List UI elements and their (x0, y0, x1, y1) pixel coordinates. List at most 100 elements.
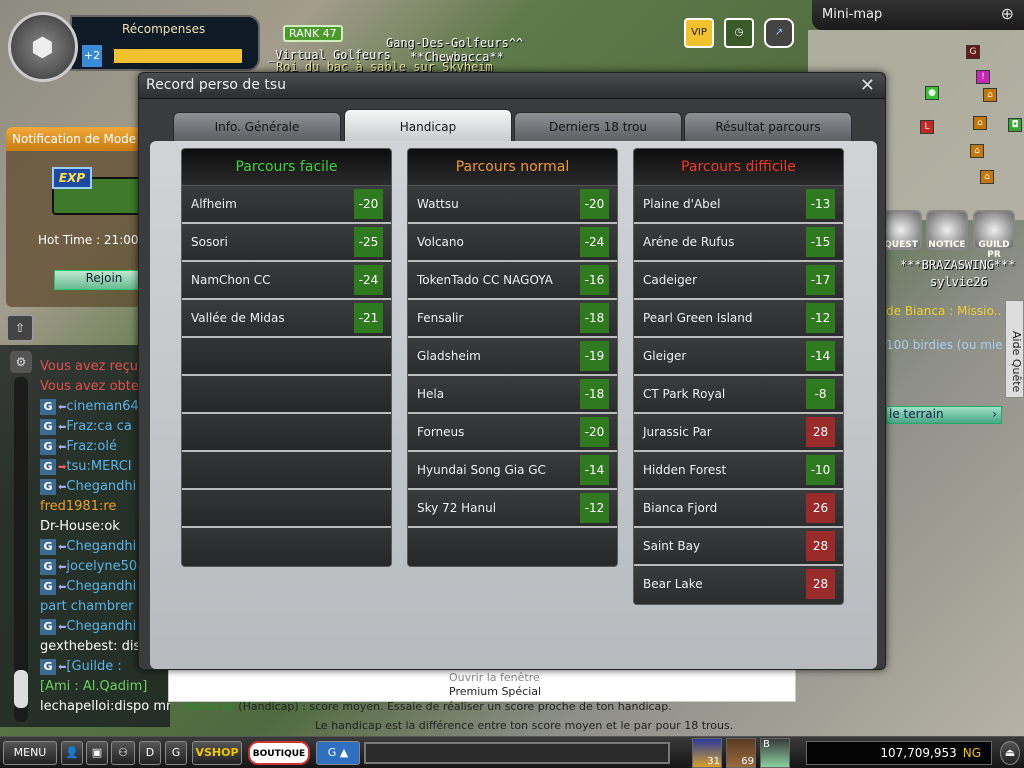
item-slot-drink[interactable]: 69 (726, 738, 756, 768)
chat-line: lechapelloi:dispo mm (40, 697, 170, 717)
course-column: Parcours normal Wattsu -20 Volcano -24 TokenT… (407, 148, 618, 567)
course-name: Gleiger (643, 349, 687, 363)
tab-handicap[interactable]: Handicap (344, 109, 512, 141)
handicap-score: 28 (806, 531, 835, 561)
handicap-score: -16 (580, 265, 609, 295)
quest-help-tab[interactable]: Aide Quête (1005, 300, 1024, 398)
item-slot-bottle[interactable]: B (760, 738, 790, 768)
player-nametag: sylvie26 (930, 275, 988, 289)
course-name: Hela (417, 387, 445, 401)
course-row: Gleiger -14 (634, 338, 843, 376)
tab-general-info[interactable]: Info. Générale (173, 112, 341, 141)
course-name: Hyundai Song Gia GC (417, 463, 546, 477)
course-name: Wattsu (417, 197, 459, 211)
chat-line: [Ami : Al.Qadim] (40, 677, 170, 697)
empty-row (182, 528, 391, 566)
house-marker-icon: ⌂ (970, 144, 984, 158)
chat-text: Chegandhi (66, 579, 137, 594)
course-name: Forneus (417, 425, 465, 439)
chat-text: [Guilde : (66, 659, 122, 674)
handicap-score: -14 (580, 455, 609, 485)
chat-text: jocelyne50 (66, 559, 138, 574)
friends-icon[interactable]: ⚇ (111, 741, 135, 765)
rewards-gem-icon: ⬢ (8, 12, 78, 82)
bottom-toolbar: MENU 👤 ▣ ⚇ D G VSHOP BOUTIQUE G ▲ 31 69 … (0, 736, 1024, 768)
house-marker-icon: ⌂ (980, 170, 994, 184)
dialog-titlebar[interactable]: Record perso de tsu ✕ (139, 73, 885, 99)
course-name: Gladsheim (417, 349, 481, 363)
chat-scroll-thumb[interactable] (14, 670, 28, 708)
guild-pr-button[interactable]: GUILD PR (973, 210, 1015, 260)
course-row: Cadeiger -17 (634, 262, 843, 300)
shop-marker-icon: ! (976, 70, 990, 84)
money-amount: 107,709,953 (880, 746, 957, 760)
handicap-score: -25 (354, 227, 383, 257)
exit-arrow-icon[interactable]: ↗ (764, 18, 794, 48)
handicap-legend: Handicap (Handicap) : score moyen. Essai… (183, 697, 733, 735)
boutique-button[interactable]: BOUTIQUE (248, 741, 310, 765)
car-marker-icon: ◘ (1008, 118, 1022, 132)
handicap-panel: Parcours facile Alfheim -20 Sosori -25 NamCho… (150, 141, 877, 732)
chat-text: part chambrer (40, 599, 134, 614)
player-marker-icon: L (920, 120, 934, 134)
handicap-score: 28 (806, 417, 835, 447)
chat-text: lechapelloi:dispo mm (40, 699, 170, 714)
notification-panel: Notification de Mode M EXP Hot Time : 21… (6, 127, 154, 307)
chat-text: Fraz:olé (66, 439, 118, 454)
handicap-score: -24 (354, 265, 383, 295)
rewards-widget[interactable]: Récompenses +2 ⬢ (8, 12, 262, 82)
currency-label: NG (962, 746, 981, 760)
handicap-score: -8 (806, 379, 835, 409)
item-slot-can[interactable]: 31 (692, 738, 722, 768)
tab-course-results[interactable]: Résultat parcours (684, 112, 852, 141)
tab-last-18-holes[interactable]: Derniers 18 trou (514, 112, 682, 141)
course-row: Alfheim -20 (182, 186, 391, 224)
handicap-score: -17 (806, 265, 835, 295)
quest-button[interactable]: QUEST (880, 210, 922, 250)
chat-channel-button[interactable]: G ▲ (316, 741, 360, 765)
bag-icon[interactable]: ▣ (86, 741, 108, 765)
vshop-button[interactable]: VSHOP (192, 741, 242, 765)
hot-time: Hot Time : 21:00 (38, 233, 139, 247)
exp-badge: EXP (52, 167, 92, 189)
close-icon[interactable]: ✕ (860, 75, 875, 96)
handicap-score: -15 (806, 227, 835, 257)
clock-icon[interactable]: ◷ (724, 18, 754, 48)
vip-icon[interactable]: VIP (684, 18, 714, 48)
chat-input[interactable] (364, 742, 670, 764)
calendar-icon[interactable]: D (139, 741, 161, 765)
column-header: Parcours normal (408, 149, 617, 186)
chat-text: [Ami : Al.Qadim] (40, 679, 148, 694)
menu-button[interactable]: MENU (3, 741, 57, 765)
course-row: Vallée de Midas -21 (182, 300, 391, 338)
course-name: NamChon CC (191, 273, 271, 287)
chat-text: Fraz:ca ca (66, 419, 132, 434)
guild-button[interactable]: G (165, 741, 187, 765)
notice-button[interactable]: NOTICE (926, 210, 968, 250)
quest-link-button[interactable]: le terrain › (886, 406, 1002, 424)
course-name: Volcano (417, 235, 464, 249)
minimap-header: Mini-map ⊕ (812, 0, 1024, 30)
exit-icon[interactable]: ⏏ (1000, 741, 1020, 765)
chat-text: Chegandhi (66, 539, 137, 554)
chat-collapse-button[interactable]: ⇧ (6, 314, 34, 342)
guild-chat-icon: G (40, 659, 56, 675)
player-nametag: ***BRAZASWING*** (900, 258, 1016, 272)
course-name: Sky 72 Hanul (417, 501, 497, 515)
course-name: Jurassic Par (643, 425, 712, 439)
gear-icon[interactable]: ⚙ (10, 351, 32, 373)
zoom-icon[interactable]: ⊕ (1001, 4, 1014, 23)
course-name: Sosori (191, 235, 228, 249)
house-marker-icon: ⌂ (973, 116, 987, 130)
column-header: Parcours difficile (634, 149, 843, 186)
handicap-score: -21 (354, 303, 383, 333)
course-name: Bianca Fjord (643, 501, 718, 515)
guild-marker-icon: G (966, 45, 980, 59)
course-name: Cadeiger (643, 273, 697, 287)
course-name: Saint Bay (643, 539, 701, 553)
profile-icon[interactable]: 👤 (61, 741, 83, 765)
rank-badge: RANK 47 (283, 25, 343, 42)
course-row: TokenTado CC NAGOYA -16 (408, 262, 617, 300)
guild-chat-icon: G (40, 419, 56, 435)
chat-text: tsu:MERCI (66, 459, 132, 474)
